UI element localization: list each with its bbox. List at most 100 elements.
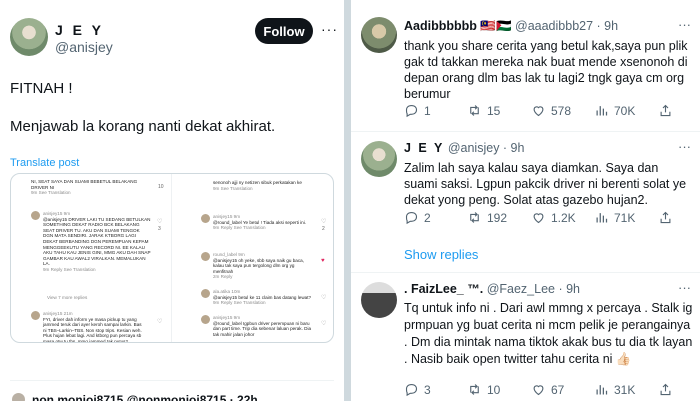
post-text-line1: FITNAH ! [10,80,73,97]
next-post-author: non monioi8715 @nonmonioi8715 · 22h [32,393,258,401]
reply-tweet[interactable]: . FaizLee_ ™. @Faez_Lee · 9h ··· Tq untu… [351,273,700,401]
handle-time[interactable]: @aaadibbb27 · 9h [515,19,618,33]
tweet-actions: 3 10 67 31K [404,382,694,398]
tweet-header: . FaizLee_ ™. @Faez_Lee · 9h [404,282,580,296]
panel-divider [344,0,351,401]
heart-icon [533,213,544,224]
repost-button[interactable]: 10 [467,382,500,397]
heart-icon [533,385,544,396]
author-name[interactable]: J E Y [55,22,104,38]
view-count: 71K [614,210,636,225]
author-avatar[interactable] [10,18,48,56]
avatar[interactable] [361,141,397,177]
like-button[interactable]: 1.2K [531,210,576,225]
views-button[interactable]: 71K [594,210,635,225]
like-button[interactable]: 67 [531,382,564,397]
next-post-preview[interactable]: non monioi8715 @nonmonioi8715 · 22h [10,380,334,401]
heart-icon[interactable]: ♡ [321,320,326,327]
more-options-icon[interactable]: ··· [321,21,338,37]
heart-filled-icon[interactable]: ♥ [321,258,325,264]
views-button[interactable]: 31K [594,382,635,397]
repost-icon [470,212,479,223]
embedded-column-left: NI, SEAT SAYA DAN SUAMI BEBETUL BELAKANG… [11,174,172,343]
commenter-avatar [31,211,40,220]
reply-count: 3 [424,382,431,397]
heart-icon[interactable]: ♡ [157,218,162,225]
like-count: 3 [158,226,161,232]
avatar [12,393,25,401]
share-icon [660,211,671,224]
heart-icon[interactable]: ♡ [321,294,326,301]
commenter-avatar [201,315,210,324]
repost-count: 192 [487,210,508,225]
reply-button[interactable]: 2 [404,210,431,225]
reply-count: 2 [424,210,431,225]
translate-post-link[interactable]: Translate post [10,157,79,169]
main-post-panel: J E Y @anisjey Follow ··· FITNAH ! Menja… [0,0,344,401]
reply-button[interactable]: 1 [404,103,431,118]
display-name[interactable]: J E Y [404,141,444,155]
repost-icon [470,105,479,116]
embedded-column-right: senonoh ajji ny netizen sibuk perkatakan… [173,174,333,342]
like-count: 10 [158,184,164,190]
avatar[interactable] [361,282,397,318]
show-replies-link[interactable]: Show replies [404,247,478,262]
share-icon [660,104,671,117]
share-button[interactable] [658,382,678,397]
embedded-comment: NI, SEAT SAYA DAN SUAMI BEBETUL BELAKANG… [31,179,138,196]
handle-time[interactable]: @Faez_Lee · 9h [487,282,580,296]
views-chart-icon [596,385,608,395]
repost-count: 10 [487,382,501,397]
repost-icon [470,384,479,395]
like-count: 67 [551,382,565,397]
share-button[interactable] [658,210,678,225]
repost-count: 15 [487,103,501,118]
embedded-screenshot[interactable]: NI, SEAT SAYA DAN SUAMI BEBETUL BELAKANG… [10,173,334,343]
tweet-actions: 2 192 1.2K 71K [404,210,694,226]
more-options-icon[interactable]: ··· [678,280,691,295]
embedded-comment: anisjey15 21m FYI, driver dah inform ye … [43,311,142,343]
views-button[interactable]: 70K [594,103,635,118]
author-handle[interactable]: @anisjey [55,39,113,55]
follow-button[interactable]: Follow [255,18,313,44]
embedded-comment: anisjey15 9m @round_label Ye betul ! Tia… [213,214,307,231]
display-name[interactable]: . FaizLee_ ™. [404,282,483,296]
like-button[interactable]: 578 [531,103,571,118]
commenter-avatar [201,252,210,261]
avatar[interactable] [361,17,397,53]
view-more-replies[interactable]: View 7 more replies [47,295,155,301]
reply-tweet[interactable]: Aadibbbbbb 🇲🇾🇵🇸 @aaadibbb27 · 9h ··· tha… [351,0,700,132]
embedded-comment: anisjey15 9m @anisjey15 DRIVER LAKI TU S… [43,211,151,272]
embedded-comment: anisjey15 9m @round_label Igpbun driver … [213,315,312,337]
handle-time[interactable]: @anisjey · 9h [448,141,525,155]
like-count: 2 [322,226,325,232]
repost-button[interactable]: 15 [467,103,500,118]
repost-button[interactable]: 192 [467,210,507,225]
share-button[interactable] [658,103,678,118]
share-icon [660,383,671,396]
more-options-icon[interactable]: ··· [678,139,691,154]
tweet-actions: 1 15 578 70K [404,103,694,119]
heart-icon [533,106,544,117]
reply-icon [405,104,418,118]
display-name[interactable]: Aadibbbbbb [404,19,477,33]
tweet-text: thank you share cerita yang betul kak,sa… [404,39,688,101]
flag-emojis: 🇲🇾🇵🇸 [480,19,512,33]
tweet-header: Aadibbbbbb 🇲🇾🇵🇸 @aaadibbb27 · 9h [404,19,618,34]
tweet-text: Zalim lah saya kalau saya diamkan. Saya … [404,161,687,207]
commenter-avatar [201,289,210,298]
post-text-line2: Menjawab la korang nanti dekat akhirat. [10,118,276,135]
reply-count: 1 [424,103,431,118]
embedded-comment: senonoh ajji ny netizen sibuk perkatakan… [213,180,302,191]
views-chart-icon [596,106,608,116]
replies-panel: Aadibbbbbb 🇲🇾🇵🇸 @aaadibbb27 · 9h ··· tha… [351,0,700,401]
more-options-icon[interactable]: ··· [678,17,691,32]
heart-icon[interactable]: ♡ [321,218,326,225]
view-count: 31K [614,382,636,397]
tweet-header: J E Y @anisjey · 9h [404,141,524,155]
heart-icon[interactable]: ♡ [157,318,162,325]
views-chart-icon [596,213,608,223]
like-count: 578 [551,103,572,118]
reply-button[interactable]: 3 [404,382,431,397]
view-count: 70K [614,103,636,118]
